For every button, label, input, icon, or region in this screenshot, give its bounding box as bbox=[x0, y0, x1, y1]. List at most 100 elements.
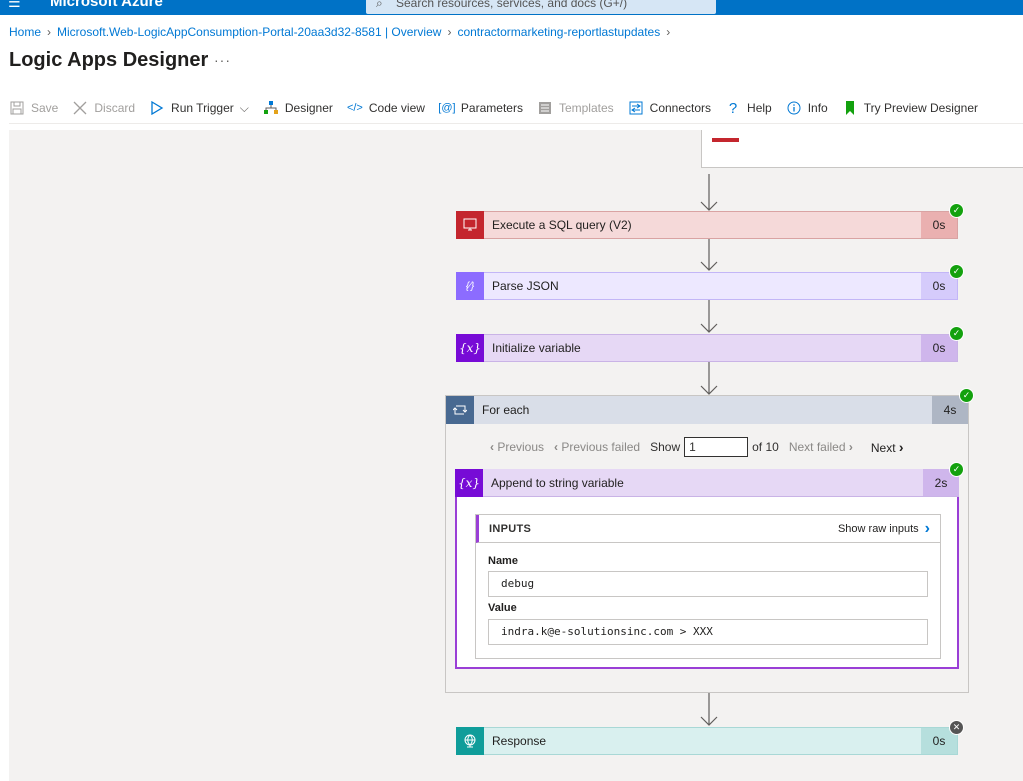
play-icon bbox=[149, 100, 165, 116]
previous-action-card[interactable] bbox=[701, 130, 1023, 168]
designer-label: Designer bbox=[284, 101, 333, 115]
breadcrumb: Home › Microsoft.Web-LogicAppConsumption… bbox=[9, 25, 670, 39]
discard-label: Discard bbox=[94, 101, 136, 115]
try-preview-designer-button[interactable]: Try Preview Designer bbox=[842, 100, 978, 116]
show-raw-inputs-link[interactable]: Show raw inputs › bbox=[838, 520, 930, 538]
hamburger-menu-icon[interactable]: ☰ bbox=[8, 0, 21, 11]
preview-label: Try Preview Designer bbox=[863, 101, 978, 115]
iteration-pager: ‹ Previous ‹ Previous failed Show 1 of 1… bbox=[490, 437, 904, 457]
global-search-input[interactable]: ⌕ Search resources, services, and docs (… bbox=[366, 0, 716, 14]
code-view-label: Code view bbox=[368, 101, 425, 115]
chevron-right-icon: › bbox=[447, 25, 452, 39]
info-button[interactable]: Info bbox=[786, 100, 828, 116]
variable-icon: {x} bbox=[456, 334, 484, 362]
designer-toolbar: Save Discard Run Trigger ⌵ Designer </> … bbox=[9, 98, 992, 118]
help-button[interactable]: ? Help bbox=[725, 99, 772, 117]
iteration-count: of 10 bbox=[752, 440, 779, 454]
action-label: Initialize variable bbox=[492, 341, 581, 355]
discard-button[interactable]: Discard bbox=[72, 100, 135, 116]
next-button[interactable]: Next › bbox=[871, 439, 904, 455]
search-icon: ⌕ bbox=[376, 0, 383, 10]
connectors-button[interactable]: Connectors bbox=[628, 100, 711, 116]
chevron-down-icon: ⌵ bbox=[239, 100, 249, 115]
breadcrumb-home[interactable]: Home bbox=[9, 25, 41, 39]
run-trigger-label: Run Trigger bbox=[171, 101, 234, 115]
success-check-icon: ✓ bbox=[949, 203, 964, 218]
sql-icon bbox=[456, 211, 484, 239]
azure-top-bar: ☰ Microsoft Azure ⌕ Search resources, se… bbox=[0, 0, 1023, 15]
flow-arrow bbox=[700, 300, 718, 334]
loop-icon bbox=[446, 396, 474, 424]
action-response[interactable]: Response 0s bbox=[456, 727, 958, 755]
designer-button[interactable]: Designer bbox=[263, 100, 333, 116]
code-view-button[interactable]: </> Code view bbox=[347, 100, 425, 116]
more-options-icon[interactable]: ··· bbox=[214, 52, 231, 68]
save-icon bbox=[9, 100, 25, 116]
breadcrumb-resource[interactable]: Microsoft.Web-LogicAppConsumption-Portal… bbox=[57, 25, 441, 39]
chevron-right-icon: › bbox=[47, 25, 52, 39]
chevron-right-icon: › bbox=[666, 25, 671, 39]
action-label: Parse JSON bbox=[492, 279, 559, 293]
connectors-icon bbox=[628, 100, 644, 116]
name-field-label: Name bbox=[488, 555, 518, 567]
close-icon bbox=[72, 100, 88, 116]
next-failed-button[interactable]: Next failed › bbox=[789, 440, 853, 454]
templates-icon bbox=[537, 100, 553, 116]
progress-bar bbox=[712, 138, 739, 142]
previous-failed-button[interactable]: ‹ Previous failed bbox=[554, 440, 640, 454]
flow-arrow bbox=[700, 693, 718, 727]
inputs-panel: INPUTS Show raw inputs › Name debug Value… bbox=[475, 514, 941, 659]
previous-button[interactable]: ‹ Previous bbox=[490, 440, 544, 454]
help-label: Help bbox=[747, 101, 772, 115]
value-field-label: Value bbox=[488, 602, 517, 614]
action-execute-sql[interactable]: Execute a SQL query (V2) 0s bbox=[456, 211, 958, 239]
action-label: Execute a SQL query (V2) bbox=[492, 218, 632, 232]
action-label: Response bbox=[492, 734, 547, 748]
save-label: Save bbox=[31, 101, 59, 115]
parameters-button[interactable]: [@] Parameters bbox=[438, 100, 523, 116]
designer-icon bbox=[263, 100, 279, 116]
success-check-icon: ✓ bbox=[949, 326, 964, 341]
info-icon bbox=[786, 100, 802, 116]
search-placeholder: Search resources, services, and docs (G+… bbox=[396, 0, 628, 10]
connectors-label: Connectors bbox=[649, 101, 712, 115]
action-label: For each bbox=[482, 403, 530, 417]
azure-brand[interactable]: Microsoft Azure bbox=[50, 0, 163, 10]
flow-arrow bbox=[700, 238, 718, 272]
progress-track bbox=[712, 138, 1023, 142]
help-icon: ? bbox=[728, 99, 738, 117]
parameters-label: Parameters bbox=[460, 101, 523, 115]
globe-icon bbox=[456, 727, 484, 755]
variable-icon: {x} bbox=[455, 468, 483, 497]
iteration-input[interactable]: 1 bbox=[684, 437, 749, 457]
flow-arrow bbox=[700, 174, 718, 212]
value-field-value: indra.k@e-solutionsinc.com > XXX bbox=[488, 619, 928, 645]
templates-label: Templates bbox=[558, 101, 614, 115]
action-parse-json[interactable]: {⁄} Parse JSON 0s bbox=[456, 272, 958, 300]
breadcrumb-logicapp[interactable]: contractormarketing-reportlastupdates bbox=[457, 25, 660, 39]
success-check-icon: ✓ bbox=[959, 388, 974, 403]
toolbar-divider bbox=[9, 123, 1023, 124]
success-check-icon: ✓ bbox=[949, 264, 964, 279]
page-title: Logic Apps Designer bbox=[9, 49, 209, 71]
show-label: Show bbox=[650, 440, 681, 454]
name-field-value: debug bbox=[488, 571, 928, 597]
success-check-icon: ✓ bbox=[949, 462, 964, 477]
inputs-title: INPUTS bbox=[489, 522, 532, 535]
append-header[interactable]: {x} Append to string variable 2s bbox=[455, 468, 959, 497]
foreach-header[interactable]: For each 4s bbox=[446, 396, 968, 424]
save-button[interactable]: Save bbox=[9, 100, 58, 116]
json-icon: {⁄} bbox=[456, 272, 484, 300]
inputs-header: INPUTS Show raw inputs › bbox=[476, 515, 940, 543]
action-label: Append to string variable bbox=[491, 475, 624, 490]
action-initialize-variable[interactable]: {x} Initialize variable 0s bbox=[456, 334, 958, 362]
chevron-right-icon: › bbox=[924, 519, 930, 537]
bookmark-icon bbox=[842, 100, 858, 116]
run-trigger-button[interactable]: Run Trigger ⌵ bbox=[149, 100, 249, 116]
parameters-icon: [@] bbox=[438, 102, 456, 114]
flow-arrow bbox=[700, 362, 718, 396]
info-label: Info bbox=[807, 101, 828, 115]
code-icon: </> bbox=[346, 102, 363, 114]
skipped-icon: ✕ bbox=[949, 720, 964, 735]
templates-button[interactable]: Templates bbox=[537, 100, 614, 116]
